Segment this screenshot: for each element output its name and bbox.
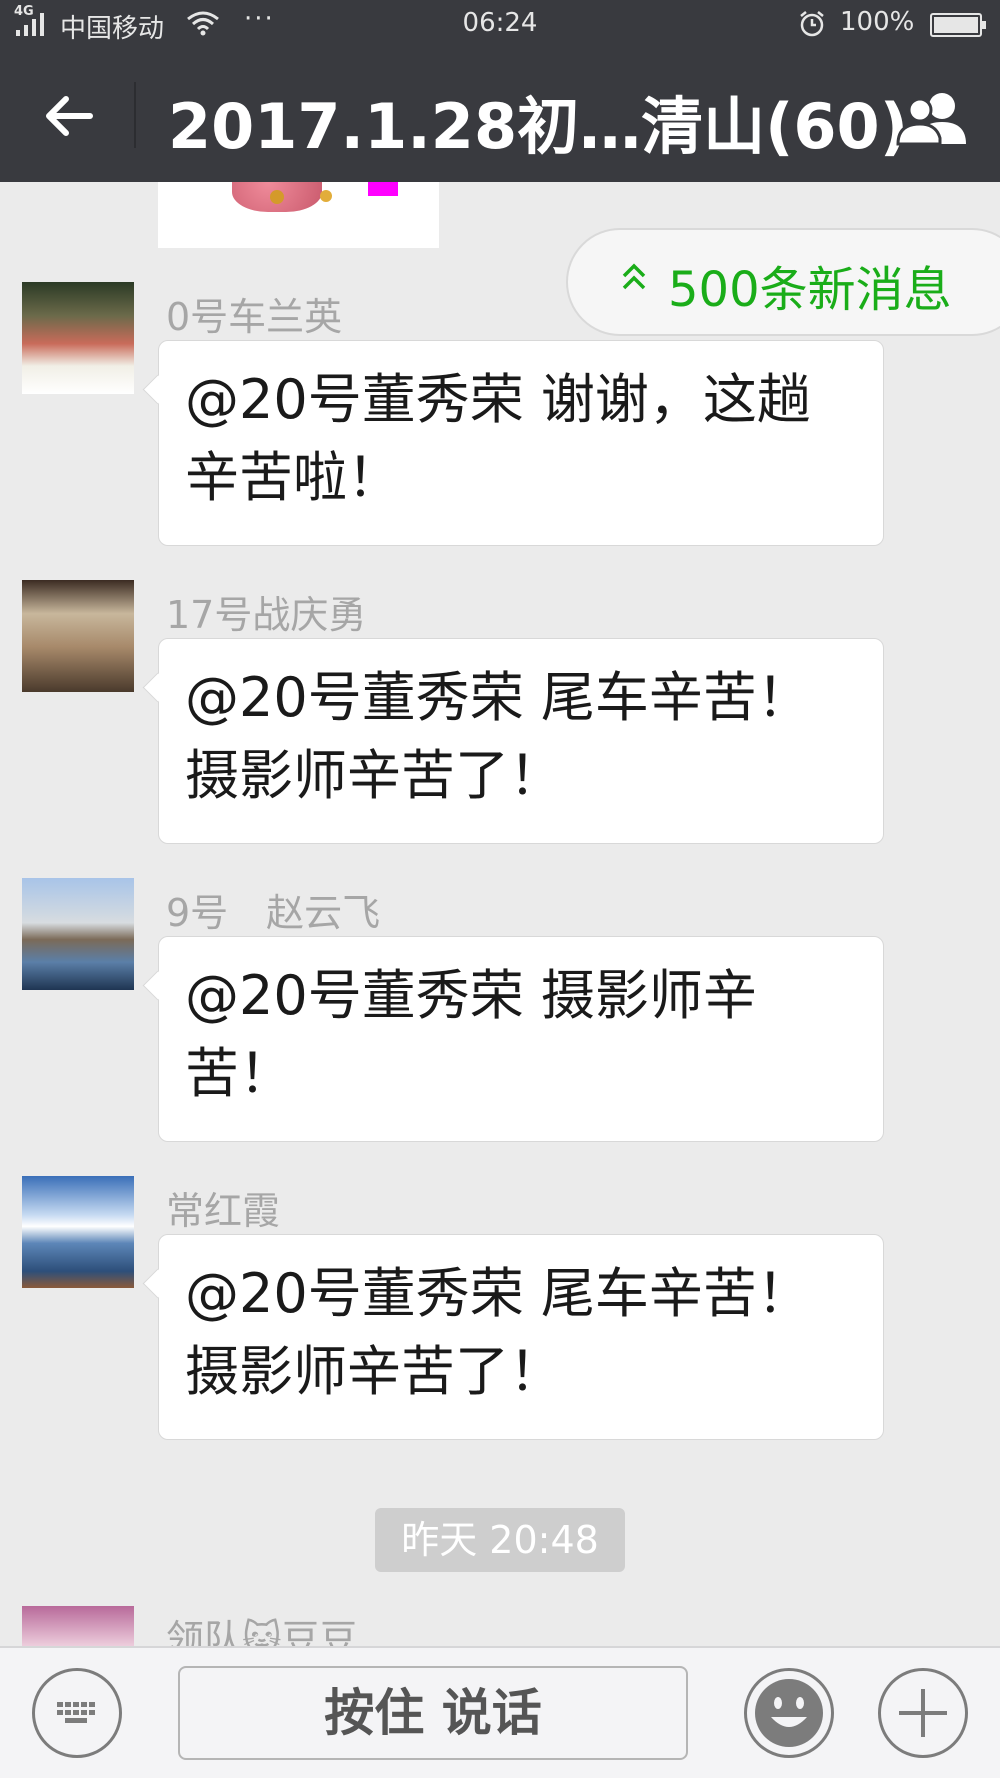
message-sender: 常红霞 xyxy=(166,1189,281,1233)
back-arrow-icon[interactable] xyxy=(40,88,96,144)
avatar[interactable] xyxy=(22,878,134,990)
avatar[interactable] xyxy=(22,1176,134,1288)
new-messages-button[interactable]: 500条新消息 xyxy=(566,228,1000,336)
input-bar: 按住 说话 xyxy=(0,1646,1000,1778)
avatar[interactable] xyxy=(22,282,134,394)
emoji-icon xyxy=(755,1679,823,1747)
chat-header: 2017.1.28初…清山(60) xyxy=(0,48,1000,182)
message-bubble[interactable]: @20号董秀荣 尾车辛苦！摄影师辛苦了！ xyxy=(158,638,884,844)
message-bubble[interactable]: @20号董秀荣 尾车辛苦！摄影师辛苦了！ xyxy=(158,1234,884,1440)
message-sender: 领队🐱豆豆 xyxy=(166,1617,358,1646)
header-divider xyxy=(134,82,136,148)
double-up-arrow-icon xyxy=(622,263,646,290)
avatar[interactable] xyxy=(22,1606,134,1646)
chat-title: 2017.1.28初…清山(60) xyxy=(168,90,909,163)
message-bubble[interactable]: @20号董秀荣 谢谢，这趟辛苦啦！ xyxy=(158,340,884,546)
chat-message-list[interactable]: 500条新消息 0号车兰英 @20号董秀荣 谢谢，这趟辛苦啦！ 17号战庆勇 @… xyxy=(0,182,1000,1646)
plus-icon xyxy=(899,1689,947,1737)
emoji-button[interactable] xyxy=(744,1668,834,1758)
message-bubble[interactable]: @20号董秀荣 摄影师辛苦！ xyxy=(158,936,884,1142)
sticker-detail xyxy=(368,182,398,196)
keyboard-icon xyxy=(57,1702,95,1723)
new-messages-label: 500条新消息 xyxy=(668,262,952,318)
avatar[interactable] xyxy=(22,580,134,692)
battery-icon xyxy=(930,13,986,37)
sticker-detail xyxy=(270,190,284,204)
sticker-detail xyxy=(320,190,332,202)
keyboard-toggle-button[interactable] xyxy=(32,1668,122,1758)
battery-percent: 100% xyxy=(840,7,915,37)
alarm-icon xyxy=(800,11,824,37)
message-sender: 9号 赵云飞 xyxy=(166,891,381,935)
status-bar: 4G 中国移动 ··· 06:24 100% xyxy=(0,0,1000,48)
more-actions-button[interactable] xyxy=(878,1668,968,1758)
group-members-icon[interactable] xyxy=(896,90,972,146)
message-sender: 17号战庆勇 xyxy=(166,593,367,637)
time-divider: 昨天 20:48 xyxy=(375,1508,625,1572)
image-message-partial[interactable] xyxy=(158,182,439,248)
hold-to-talk-button[interactable]: 按住 说话 xyxy=(178,1666,688,1760)
message-sender: 0号车兰英 xyxy=(166,295,343,339)
